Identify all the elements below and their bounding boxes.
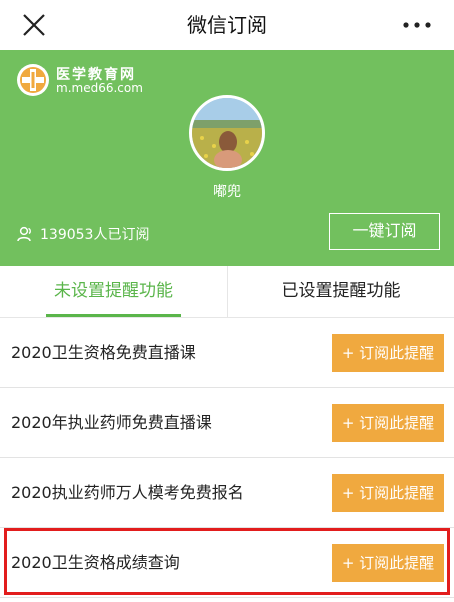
profile-banner: 医学教育网 m.med66.com 嘟兜 139053人已订阅 一键订阅 [0, 50, 454, 266]
subscribe-reminder-button[interactable]: + 订阅此提醒 [332, 474, 444, 512]
avatar-photo [192, 98, 262, 168]
page-title: 微信订阅 [187, 13, 267, 37]
item-name: 2020执业药师万人模考免费报名 [11, 483, 244, 502]
subscribe-all-button[interactable]: 一键订阅 [329, 213, 440, 250]
tab-label: 已设置提醒功能 [281, 281, 401, 301]
tab-set-reminders[interactable]: 已设置提醒功能 [227, 266, 454, 318]
tab-not-set-reminders[interactable]: 未设置提醒功能 [0, 266, 227, 318]
list-item: 2020年执业药师免费直播课 + 订阅此提醒 [0, 388, 454, 458]
list-item: 2020执业药师万人模考免费报名 + 订阅此提醒 [0, 458, 454, 528]
logo-url: m.med66.com [56, 81, 143, 95]
item-name: 2020年执业药师免费直播课 [11, 413, 212, 432]
person-icon [17, 226, 31, 242]
subscribe-reminder-button[interactable]: + 订阅此提醒 [332, 544, 444, 582]
subscribe-reminder-button[interactable]: + 订阅此提醒 [332, 404, 444, 442]
subscribe-reminder-button[interactable]: + 订阅此提醒 [332, 334, 444, 372]
active-tab-indicator [46, 314, 181, 317]
more-icon[interactable] [400, 11, 434, 39]
logo: 医学教育网 m.med66.com [16, 63, 196, 99]
medical-cross-logo-icon [17, 64, 49, 96]
subscriber-count-text: 139053人已订阅 [40, 227, 150, 243]
nickname: 嘟兜 [213, 184, 241, 200]
subscriber-count: 139053人已订阅 [16, 222, 149, 246]
item-name: 2020卫生资格免费直播课 [11, 343, 196, 362]
reminder-tabs: 未设置提醒功能 已设置提醒功能 [0, 266, 454, 318]
list-item: 2020卫生资格成绩查询 + 订阅此提醒 [0, 528, 454, 598]
item-name: 2020卫生资格成绩查询 [11, 553, 180, 572]
top-bar: 微信订阅 [0, 0, 454, 50]
reminder-list: 2020卫生资格免费直播课 + 订阅此提醒 2020年执业药师免费直播课 + 订… [0, 318, 454, 598]
avatar[interactable] [189, 95, 265, 171]
tab-label: 未设置提醒功能 [54, 281, 173, 301]
list-item: 2020卫生资格免费直播课 + 订阅此提醒 [0, 318, 454, 388]
